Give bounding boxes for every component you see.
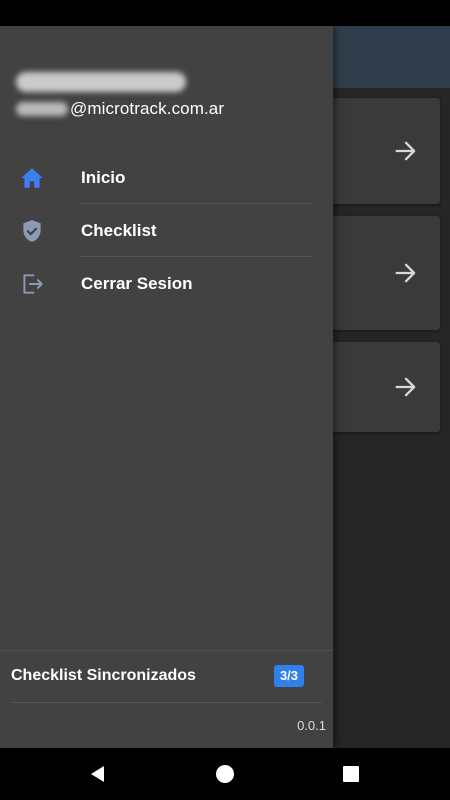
menu-item-label: Inicio xyxy=(81,167,126,187)
divider xyxy=(0,650,333,651)
divider xyxy=(11,702,322,703)
recent-apps-icon[interactable] xyxy=(339,762,363,786)
logout-icon xyxy=(23,273,43,294)
system-navigation-bar xyxy=(0,748,450,800)
app-version: 0.0.1 xyxy=(297,718,326,733)
menu-item-label: Checklist xyxy=(81,220,157,240)
menu-item-checklist[interactable]: Checklist xyxy=(0,204,333,257)
redacted-email-user xyxy=(16,102,68,116)
sync-count-badge: 3/3 xyxy=(274,665,304,687)
email-domain: @microtrack.com.ar xyxy=(70,99,225,118)
menu-item-label: Cerrar Sesion xyxy=(81,273,193,293)
back-icon[interactable] xyxy=(86,762,110,786)
arrow-right-icon[interactable] xyxy=(392,373,420,401)
redacted-user-name xyxy=(16,72,186,92)
home-icon xyxy=(21,167,43,188)
account-header: @microtrack.com.ar xyxy=(0,26,333,136)
sync-status-label: Checklist Sincronizados xyxy=(11,667,196,684)
drawer-menu: Inicio Checklist Cerrar Sesion xyxy=(0,151,333,310)
shield-check-icon xyxy=(23,219,41,242)
status-bar xyxy=(0,0,450,26)
user-email: @microtrack.com.ar xyxy=(16,99,224,119)
drawer-footer: Checklist Sincronizados 3/3 0.0.1 xyxy=(0,650,333,748)
menu-item-inicio[interactable]: Inicio xyxy=(0,151,333,204)
menu-item-cerrar-sesion[interactable]: Cerrar Sesion xyxy=(0,257,333,310)
navigation-drawer: @microtrack.com.ar Inicio Checklist Cerr… xyxy=(0,26,333,748)
arrow-right-icon[interactable] xyxy=(392,137,420,165)
arrow-right-icon[interactable] xyxy=(392,259,420,287)
home-circle-icon[interactable] xyxy=(213,762,237,786)
